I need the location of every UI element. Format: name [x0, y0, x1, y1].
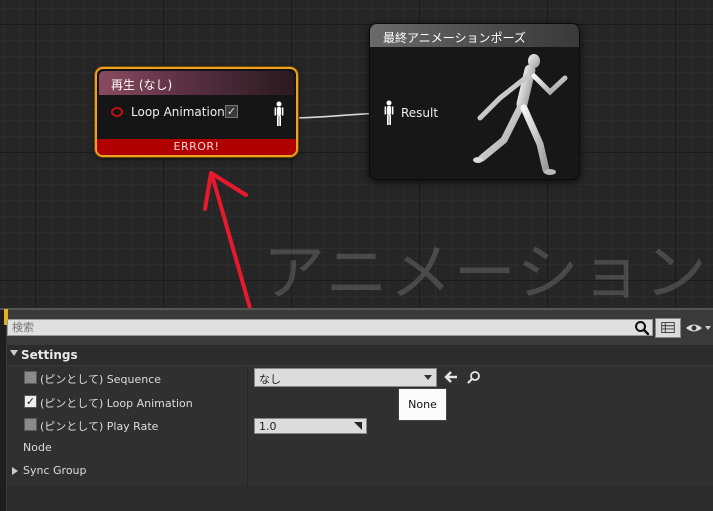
loop-animation-row: ✓ (ピンとして) Loop Animation — [7, 390, 713, 413]
sync-group-row[interactable]: Sync Group — [7, 459, 713, 482]
play-rate-pin-checkbox[interactable] — [24, 418, 37, 431]
sequence-value: なし — [259, 373, 281, 386]
anim-graph-canvas[interactable]: アニメーション 再生 (なし) Loop Animation ✓ ERROR! … — [0, 0, 713, 308]
node-label: Node — [23, 441, 52, 454]
search-icon[interactable] — [634, 320, 650, 336]
result-node-title: 最終アニメーションポーズ — [370, 24, 579, 47]
sequence-label: (ピンとして) Sequence — [40, 373, 162, 386]
sync-group-label: Sync Group — [23, 464, 87, 477]
grid-view-icon[interactable] — [655, 318, 681, 338]
sequence-pin-checkbox[interactable] — [24, 371, 37, 384]
search-input[interactable] — [7, 319, 653, 336]
result-pin-label: Result — [401, 106, 439, 120]
graph-watermark: アニメーション — [263, 236, 709, 308]
eye-icon[interactable] — [685, 321, 711, 335]
loop-animation-pin-label: Loop Animation — [131, 105, 225, 119]
panel-footer — [7, 486, 713, 511]
pose-pin-icon[interactable] — [384, 100, 394, 126]
loop-animation-checkbox[interactable]: ✓ — [24, 395, 37, 408]
running-mannequin-icon — [473, 54, 568, 175]
browse-icon[interactable] — [467, 370, 481, 384]
play-node-title: 再生 (なし) — [99, 71, 294, 95]
error-banner: ERROR! — [97, 139, 296, 155]
play-rate-input[interactable]: 1.0 — [254, 418, 367, 434]
settings-title: Settings — [21, 348, 78, 362]
node-row: Node — [7, 436, 713, 459]
play-animation-node[interactable]: 再生 (なし) Loop Animation ✓ ERROR! — [95, 67, 298, 157]
final-animation-pose-node[interactable]: 最終アニメーションポーズ Result — [369, 23, 580, 180]
drag-handle-icon[interactable] — [354, 422, 362, 430]
play-rate-value: 1.0 — [259, 420, 277, 433]
loop-animation-label: (ピンとして) Loop Animation — [40, 397, 193, 410]
exec-pin-icon[interactable] — [111, 107, 123, 117]
play-node-body: Loop Animation ✓ — [99, 95, 294, 139]
collapse-triangle-icon[interactable] — [10, 350, 18, 356]
settings-section-header[interactable]: Settings — [7, 345, 713, 365]
back-arrow-icon[interactable] — [444, 370, 458, 384]
pose-pin-icon[interactable] — [274, 101, 284, 127]
chevron-down-icon — [424, 375, 432, 380]
sequence-tooltip: None — [398, 388, 447, 421]
checkbox-icon[interactable]: ✓ — [225, 105, 238, 118]
sequence-dropdown[interactable]: なし — [254, 368, 437, 387]
play-rate-label: (ピンとして) Play Rate — [40, 420, 159, 433]
panel-left-strip — [0, 310, 6, 511]
